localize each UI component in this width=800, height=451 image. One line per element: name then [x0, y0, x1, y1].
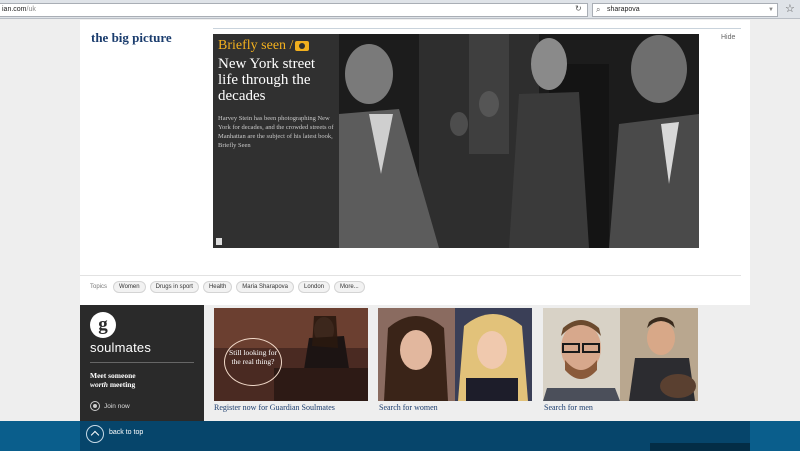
section-title[interactable]: the big picture [91, 30, 172, 46]
tagline-line-1: Meet someone [90, 371, 136, 380]
feature-kicker[interactable]: Briefly seen / [218, 38, 334, 54]
men-ad-image[interactable] [543, 308, 698, 401]
soulmates-tagline: Meet someone worth meeting [90, 371, 136, 389]
tagline-line-2: meeting [107, 380, 136, 389]
register-ad-image[interactable]: Still looking for the real thing? [214, 308, 368, 401]
feature-standfirst: Harvey Stein has been photographing New … [218, 115, 334, 149]
bookmark-star-icon[interactable]: ☆ [785, 2, 795, 15]
url-path: /uk [26, 6, 36, 13]
women-ad-image[interactable] [378, 308, 532, 401]
tagline-emphasis: worth [90, 380, 108, 389]
topic-tag[interactable]: Women [113, 280, 146, 293]
search-icon: ⌕ [596, 5, 601, 14]
feature-card[interactable]: Briefly seen / New York street life thro… [213, 34, 699, 248]
topic-tag[interactable]: Drugs in sport [149, 280, 199, 293]
men-ad-photo [543, 308, 698, 401]
feature-text-panel: Briefly seen / New York street life thro… [213, 34, 339, 248]
back-to-top-link[interactable]: back to top [109, 429, 143, 436]
search-men-link[interactable]: Search for men [544, 403, 593, 412]
register-link[interactable]: Register now for Guardian Soulmates [214, 403, 335, 412]
address-bar[interactable]: ian.com/uk [0, 3, 588, 17]
kicker-text: Briefly seen / [218, 38, 294, 53]
footer-inner: back to top [80, 421, 750, 451]
topics-bar: Topics Women Drugs in sport Health Maria… [90, 280, 365, 293]
guardian-logo: g [90, 312, 116, 338]
join-now-link[interactable]: Join now [104, 403, 130, 410]
chevron-down-icon[interactable]: ▼ [768, 4, 774, 16]
footer-bar: back to top [0, 421, 800, 451]
women-ad-photo [378, 308, 532, 401]
topics-divider [80, 275, 741, 276]
topic-tag[interactable]: London [298, 280, 331, 293]
reload-icon[interactable]: ↻ [575, 4, 582, 13]
camera-icon [295, 40, 310, 51]
browser-toolbar: ian.com/uk ↻ ⌕ sharapova ▼ ☆ [0, 0, 800, 19]
search-women-link[interactable]: Search for women [379, 403, 438, 412]
feature-headline[interactable]: New York street life through the decades [218, 56, 334, 104]
soulmates-panel[interactable]: g soulmates Meet someone worth meeting J… [80, 305, 204, 421]
browser-search-value: sharapova [607, 6, 640, 13]
topics-more-button[interactable]: More... [334, 280, 365, 293]
join-icon [90, 401, 100, 411]
chevron-up-icon[interactable] [86, 425, 104, 443]
section-divider [213, 28, 741, 29]
big-picture-section: the big picture Hide Briefly seen / New … [80, 20, 750, 305]
ad-speech-bubble: Still looking for the real thing? [224, 338, 282, 386]
browser-search-input[interactable]: ⌕ sharapova ▼ [592, 3, 778, 17]
gallery-icon [216, 238, 222, 245]
topic-tag[interactable]: Health [202, 280, 233, 293]
hide-button[interactable]: Hide [721, 34, 735, 41]
soulmates-brand: soulmates [90, 340, 152, 355]
topic-tag[interactable]: Maria Sharapova [236, 280, 294, 293]
url-host: ian.com [2, 6, 27, 13]
topics-label: Topics [90, 283, 108, 290]
soulmates-divider [90, 362, 194, 363]
street-photo[interactable] [339, 34, 699, 248]
footer-strip [650, 443, 750, 451]
